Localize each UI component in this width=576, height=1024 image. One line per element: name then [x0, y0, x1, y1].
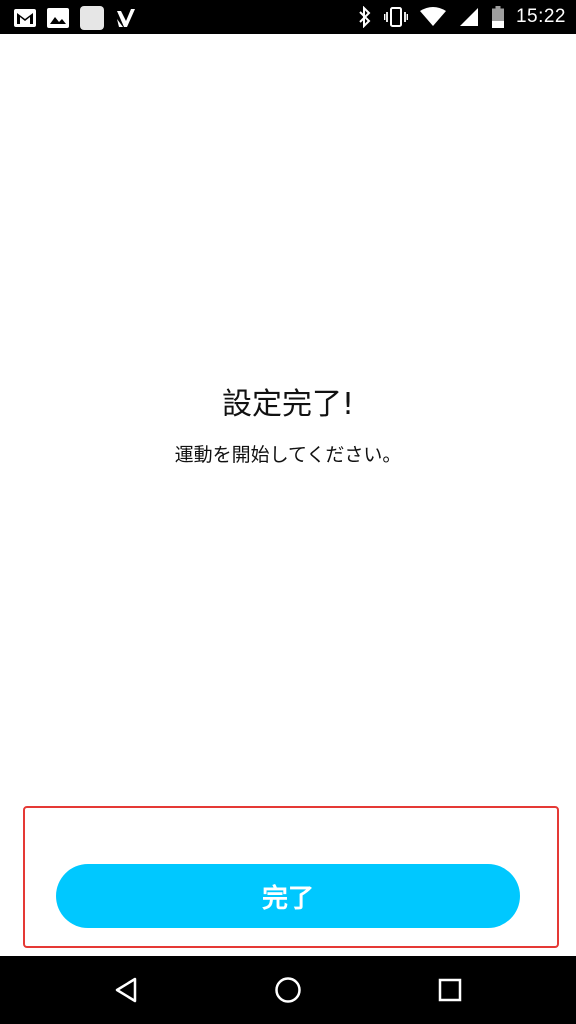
wifi-icon	[419, 7, 446, 27]
system-status-icons: 15:22	[358, 4, 566, 30]
bluetooth-icon	[358, 6, 372, 28]
home-icon	[274, 976, 302, 1004]
gmail-icon	[14, 9, 36, 27]
recents-button[interactable]	[434, 974, 466, 1006]
signal-icon	[458, 6, 480, 28]
notification-icons	[14, 6, 137, 30]
vibrate-icon	[383, 6, 408, 28]
recents-icon	[438, 978, 462, 1002]
home-button[interactable]	[272, 974, 304, 1006]
back-button[interactable]	[110, 974, 142, 1006]
done-button[interactable]: 完了	[56, 864, 520, 928]
back-icon	[113, 976, 139, 1004]
status-bar: 15:22	[0, 0, 576, 34]
instruction-text: 運動を開始してください。	[174, 444, 402, 466]
navigation-bar	[0, 956, 576, 1024]
setup-complete-screen: 15:22 設定完了! 運動を開始してください。 完了	[0, 0, 576, 1024]
completion-message: 設定完了! 運動を開始してください。	[0, 383, 576, 469]
page-title: 設定完了!	[221, 387, 355, 422]
status-time: 15:22	[515, 6, 566, 27]
check-app-icon	[115, 7, 137, 29]
square-app-icon	[80, 6, 104, 30]
gallery-icon	[47, 8, 69, 28]
battery-icon	[491, 6, 504, 28]
